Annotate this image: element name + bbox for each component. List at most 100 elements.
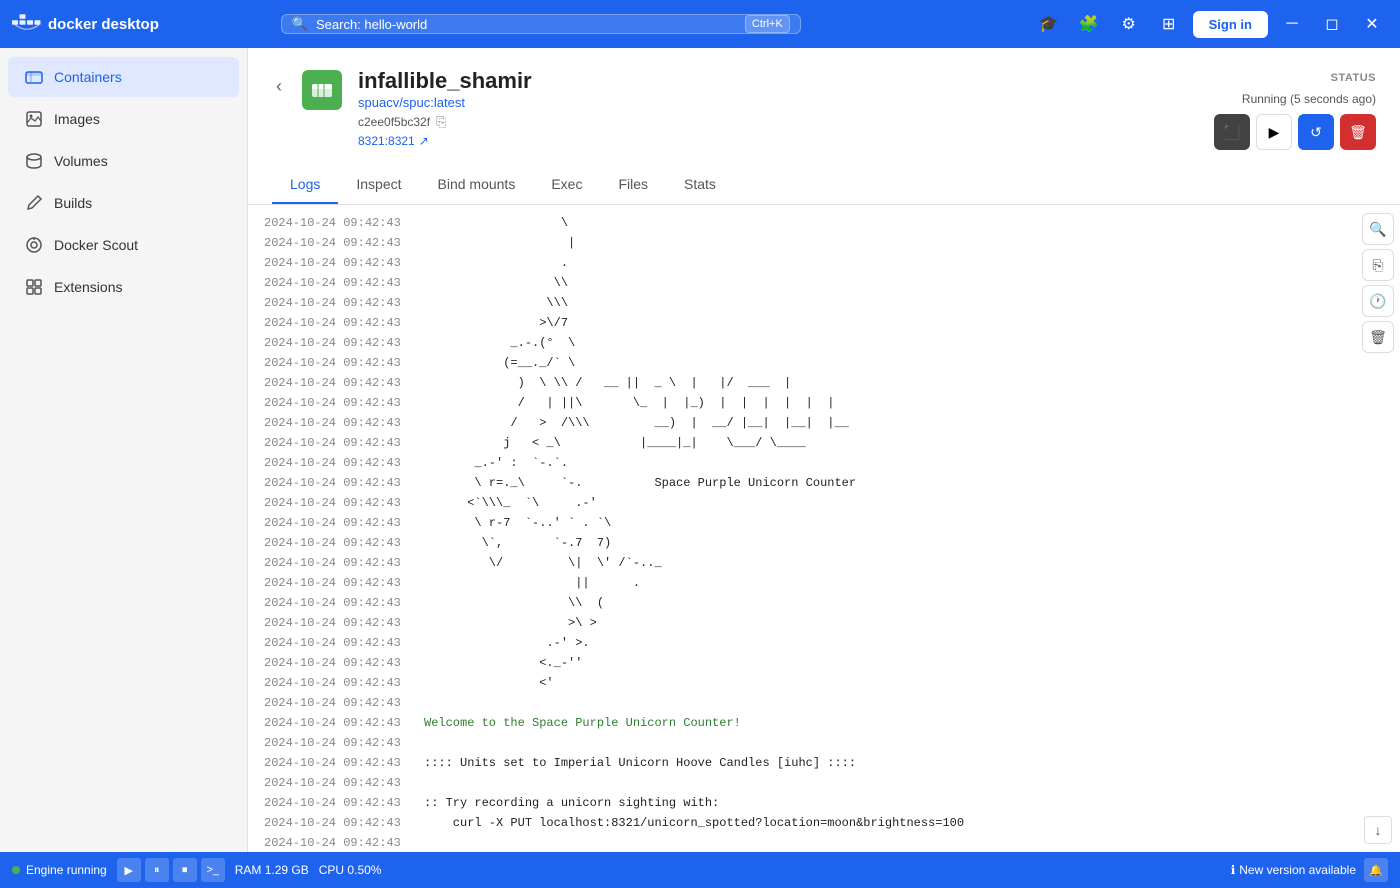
scroll-down-button[interactable]: ↓: [1364, 816, 1392, 844]
maximize-button[interactable]: ◻: [1316, 8, 1348, 40]
play-engine-button[interactable]: ▶: [117, 858, 141, 882]
table-row: 2024-10-24 09:42:43 Welcome to the Space…: [248, 713, 1400, 733]
minimize-button[interactable]: ─: [1276, 8, 1308, 40]
containers-icon: [24, 67, 44, 87]
back-button[interactable]: ‹: [272, 72, 286, 101]
log-content: \ r=._\ `-. Space Purple Unicorn Counter: [424, 474, 856, 492]
timestamp-button[interactable]: 🕐: [1362, 285, 1394, 317]
learn-icon[interactable]: 🎓: [1033, 8, 1065, 40]
table-row: 2024-10-24 09:42:43 (=__._/` \: [248, 353, 1400, 373]
log-area[interactable]: 2024-10-24 09:42:43 \2024-10-24 09:42:43…: [248, 205, 1400, 852]
grid-icon[interactable]: ⊞: [1153, 8, 1185, 40]
table-row: 2024-10-24 09:42:43 / > /\\\ __) | __/ |…: [248, 413, 1400, 433]
bell-button[interactable]: 🔔: [1364, 858, 1388, 882]
status-label: STATUS: [1331, 72, 1376, 84]
new-version-notice[interactable]: ℹ New version available: [1231, 863, 1356, 877]
sign-in-button[interactable]: Sign in: [1193, 11, 1268, 38]
log-timestamp: 2024-10-24 09:42:43: [264, 254, 424, 272]
copy-log-button[interactable]: ⎘: [1362, 249, 1394, 281]
stop-button[interactable]: ⬛: [1214, 114, 1250, 150]
container-icon: [302, 70, 342, 110]
log-timestamp: 2024-10-24 09:42:43: [264, 834, 424, 852]
log-timestamp: 2024-10-24 09:42:43: [264, 554, 424, 572]
engine-status: Engine running: [12, 863, 107, 877]
restart-button[interactable]: ↺: [1298, 114, 1334, 150]
container-id: c2ee0f5bc32f: [358, 115, 430, 129]
search-bar[interactable]: 🔍 Search: hello-world Ctrl+K: [281, 14, 801, 34]
log-timestamp: 2024-10-24 09:42:43: [264, 714, 424, 732]
table-row: 2024-10-24 09:42:43 >\/7: [248, 313, 1400, 333]
search-shortcut: Ctrl+K: [745, 15, 790, 33]
log-timestamp: 2024-10-24 09:42:43: [264, 754, 424, 772]
tab-files[interactable]: Files: [600, 166, 666, 204]
bottom-actions: ▶ ⏸ ⏹ >_: [117, 858, 225, 882]
log-content: curl -X PUT localhost:8321/unicorn_spott…: [424, 814, 964, 832]
log-content: \\ (: [424, 594, 604, 612]
pause-button[interactable]: ▶: [1256, 114, 1292, 150]
engine-status-dot: [12, 866, 20, 874]
close-button[interactable]: ✕: [1356, 8, 1388, 40]
container-name: infallible_shamir: [358, 68, 1198, 94]
sidebar-item-label: Volumes: [54, 153, 108, 169]
table-row: 2024-10-24 09:42:43 \: [248, 213, 1400, 233]
settings-icon[interactable]: ⚙: [1113, 8, 1145, 40]
log-content: |: [424, 234, 575, 252]
sidebar-item-label: Builds: [54, 195, 92, 211]
topbar: docker desktop 🔍 Search: hello-world Ctr…: [0, 0, 1400, 48]
extensions-sidebar-icon: [24, 277, 44, 297]
port-link[interactable]: 8321:8321 ↗: [358, 134, 1198, 148]
tab-stats[interactable]: Stats: [666, 166, 734, 204]
main-layout: Containers Images Volumes: [0, 48, 1400, 852]
log-content: _.-' : `-.`.: [424, 454, 568, 472]
table-row: 2024-10-24 09:42:43 |: [248, 233, 1400, 253]
clear-log-button[interactable]: 🗑: [1362, 321, 1394, 353]
sidebar-item-builds[interactable]: Builds: [8, 183, 239, 223]
search-log-button[interactable]: 🔍: [1362, 213, 1394, 245]
table-row: 2024-10-24 09:42:43 / | ||\ \_ | |_) | |…: [248, 393, 1400, 413]
stop-engine-button[interactable]: ⏹: [173, 858, 197, 882]
delete-button[interactable]: 🗑: [1340, 114, 1376, 150]
tab-logs[interactable]: Logs: [272, 166, 338, 204]
docker-scout-icon: [24, 235, 44, 255]
log-lines: 2024-10-24 09:42:43 \2024-10-24 09:42:43…: [248, 213, 1400, 852]
tab-exec[interactable]: Exec: [533, 166, 600, 204]
extensions-icon[interactable]: 🧩: [1073, 8, 1105, 40]
log-timestamp: 2024-10-24 09:42:43: [264, 334, 424, 352]
table-row: 2024-10-24 09:42:43 \`, `-.7 7): [248, 533, 1400, 553]
log-content: .: [424, 254, 568, 272]
status-text: Running (5 seconds ago): [1242, 92, 1376, 106]
sidebar-item-extensions[interactable]: Extensions: [8, 267, 239, 307]
table-row: 2024-10-24 09:42:43 _.-' : `-.`.: [248, 453, 1400, 473]
sidebar-item-volumes[interactable]: Volumes: [8, 141, 239, 181]
table-row: 2024-10-24 09:42:43 \/ \| \' /`-.._: [248, 553, 1400, 573]
pause-engine-button[interactable]: ⏸: [145, 858, 169, 882]
log-content: \ r-7 `-..' ` . `\: [424, 514, 611, 532]
tabs: Logs Inspect Bind mounts Exec Files Stat…: [272, 166, 1376, 204]
container-image-link[interactable]: spuacv/spuc:latest: [358, 95, 465, 110]
table-row: 2024-10-24 09:42:43 j < _\ |____|_| \___…: [248, 433, 1400, 453]
container-info: infallible_shamir spuacv/spuc:latest c2e…: [358, 68, 1198, 148]
log-timestamp: 2024-10-24 09:42:43: [264, 594, 424, 612]
container-id-row: c2ee0f5bc32f ⎘: [358, 114, 1198, 130]
info-icon: ℹ: [1231, 863, 1236, 877]
table-row: 2024-10-24 09:42:43: [248, 733, 1400, 753]
log-content: \`, `-.7 7): [424, 534, 611, 552]
table-row: 2024-10-24 09:42:43: [248, 833, 1400, 852]
table-row: 2024-10-24 09:42:43 <': [248, 673, 1400, 693]
copy-id-icon[interactable]: ⎘: [436, 114, 446, 130]
sidebar-item-docker-scout[interactable]: Docker Scout: [8, 225, 239, 265]
tab-inspect[interactable]: Inspect: [338, 166, 419, 204]
log-content: \\\: [424, 294, 568, 312]
sidebar-item-images[interactable]: Images: [8, 99, 239, 139]
tab-bind-mounts[interactable]: Bind mounts: [420, 166, 534, 204]
log-content: (=__._/` \: [424, 354, 575, 372]
log-content: >\ >: [424, 614, 597, 632]
sidebar-item-containers[interactable]: Containers: [8, 57, 239, 97]
log-timestamp: 2024-10-24 09:42:43: [264, 394, 424, 412]
table-row: 2024-10-24 09:42:43: [248, 773, 1400, 793]
bottom-right: ℹ New version available 🔔: [1231, 858, 1388, 882]
terminal-button[interactable]: >_: [201, 858, 225, 882]
log-content: <`\\\_ `\ .-': [424, 494, 597, 512]
log-timestamp: 2024-10-24 09:42:43: [264, 374, 424, 392]
log-timestamp: 2024-10-24 09:42:43: [264, 274, 424, 292]
